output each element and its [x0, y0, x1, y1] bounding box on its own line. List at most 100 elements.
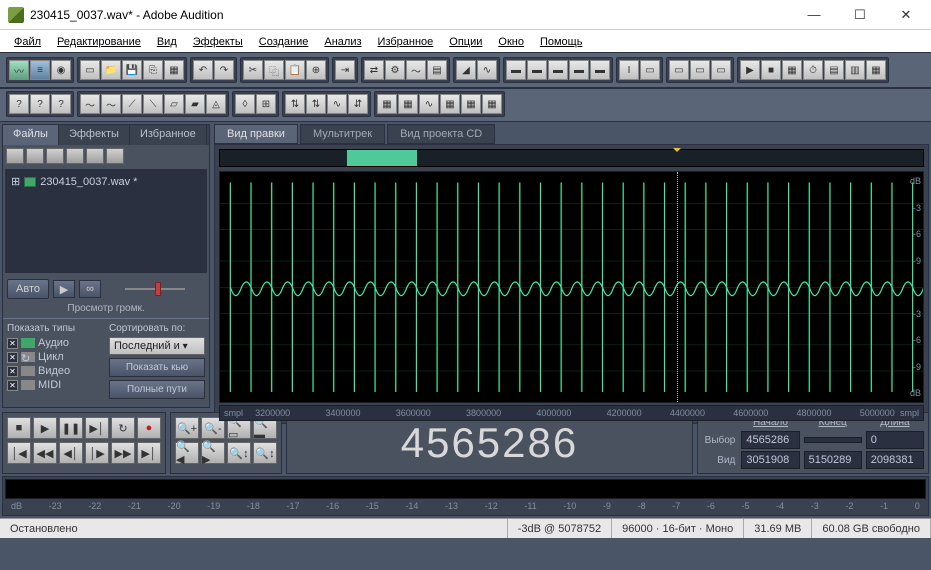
panel-new-icon[interactable]	[6, 148, 24, 164]
menu-view[interactable]: Вид	[151, 32, 183, 50]
window-b-icon[interactable]: ▭	[690, 60, 710, 80]
loop-icon[interactable]: ∞	[79, 280, 101, 298]
file-list[interactable]: ⊞ 230415_0037.wav *	[5, 169, 207, 273]
minimize-button[interactable]: ―	[791, 0, 837, 30]
fx-g-icon[interactable]: ◬	[206, 94, 226, 114]
fx-q-icon[interactable]: ▦	[440, 94, 460, 114]
playhead[interactable]	[677, 172, 678, 402]
undo-icon[interactable]: ↶	[193, 60, 213, 80]
play-to-end-button[interactable]: ▶│	[85, 417, 109, 439]
video-checkbox[interactable]: ✕	[7, 366, 18, 377]
sort-dropdown[interactable]: Последний и ▾	[109, 337, 205, 355]
full-paths-button[interactable]: Полные пути	[109, 380, 205, 399]
fx-o-icon[interactable]: ▦	[398, 94, 418, 114]
menu-options[interactable]: Опции	[443, 32, 488, 50]
menu-analyze[interactable]: Анализ	[318, 32, 367, 50]
panel-insert-icon[interactable]	[66, 148, 84, 164]
save-icon[interactable]: 💾	[122, 60, 142, 80]
panel-b-icon[interactable]: ▦	[782, 60, 802, 80]
panel-close-icon[interactable]	[46, 148, 64, 164]
tool-e-icon[interactable]: ▬	[590, 60, 610, 80]
convert-icon[interactable]: ⇄	[364, 60, 384, 80]
menu-effects[interactable]: Эффекты	[187, 32, 249, 50]
panel-edit-icon[interactable]	[86, 148, 104, 164]
paste-new-icon[interactable]: ▦	[164, 60, 184, 80]
help-c-icon[interactable]: ?	[51, 94, 71, 114]
tool-c-icon[interactable]: ▬	[548, 60, 568, 80]
fx-k-icon[interactable]: ⇅	[306, 94, 326, 114]
tab-cd-view[interactable]: Вид проекта CD	[387, 124, 495, 144]
cut-icon[interactable]: ✂	[243, 60, 263, 80]
panel-open-icon[interactable]	[26, 148, 44, 164]
new-icon[interactable]: ▭	[80, 60, 100, 80]
rewind-button[interactable]: ◀◀	[33, 442, 57, 464]
spectral-icon[interactable]: ▤	[427, 60, 447, 80]
sel-begin-field[interactable]: 4565286	[741, 431, 799, 449]
help-b-icon[interactable]: ?	[30, 94, 50, 114]
waveform-display[interactable]: dB-3-6-9 - -3-6-9dB	[219, 171, 924, 403]
auto-play-button[interactable]: Авто	[7, 279, 49, 299]
view-end-field[interactable]: 5150289	[804, 451, 862, 469]
menu-window[interactable]: Окно	[492, 32, 530, 50]
marquee-icon[interactable]: ▭	[640, 60, 660, 80]
fx-h-icon[interactable]: ◊	[235, 94, 255, 114]
zoom-out-v-button[interactable]: 🔍↕	[253, 442, 277, 464]
fx-e-icon[interactable]: ▱	[164, 94, 184, 114]
maximize-button[interactable]: ☐	[837, 0, 883, 30]
copy-icon[interactable]: ⿻	[264, 60, 284, 80]
view-begin-field[interactable]: 3051908	[741, 451, 799, 469]
zoom-in-right-button[interactable]: 🔍▶	[201, 442, 225, 464]
tab-multitrack[interactable]: Мультитрек	[300, 124, 385, 144]
menu-favorites[interactable]: Избранное	[372, 32, 440, 50]
tool-d-icon[interactable]: ▬	[569, 60, 589, 80]
tool-a-icon[interactable]: ▬	[506, 60, 526, 80]
fx-d-icon[interactable]: ⟍	[143, 94, 163, 114]
fx-c-icon[interactable]: ⟋	[122, 94, 142, 114]
redo-icon[interactable]: ↷	[214, 60, 234, 80]
sel-length-field[interactable]: 0	[866, 431, 924, 449]
cd-mode-icon[interactable]: ◉	[51, 60, 71, 80]
fx-n-icon[interactable]: ▦	[377, 94, 397, 114]
panel-a-icon[interactable]: ■	[761, 60, 781, 80]
close-button[interactable]: ✕	[883, 0, 929, 30]
open-icon[interactable]: 📁	[101, 60, 121, 80]
tab-favorites[interactable]: Избранное	[130, 125, 207, 145]
show-cue-button[interactable]: Показать кью	[109, 358, 205, 377]
menu-help[interactable]: Помощь	[534, 32, 589, 50]
pause-button[interactable]: ❚❚	[59, 417, 83, 439]
paste-icon[interactable]: 📋	[285, 60, 305, 80]
window-a-icon[interactable]: ▭	[669, 60, 689, 80]
stop-button[interactable]: ■	[7, 417, 31, 439]
waveform-mode-icon[interactable]: 〰	[9, 60, 29, 80]
fx-l-icon[interactable]: ∿	[327, 94, 347, 114]
fx-j-icon[interactable]: ⇅	[285, 94, 305, 114]
prev-button[interactable]: ◀│	[59, 442, 83, 464]
trim-icon[interactable]: ⇥	[335, 60, 355, 80]
multitrack-mode-icon[interactable]: ≡	[30, 60, 50, 80]
list-icon[interactable]: ▤	[824, 60, 844, 80]
group-waveform-icon[interactable]: ∿	[477, 60, 497, 80]
view-length-field[interactable]: 2098381	[866, 451, 924, 469]
settings-icon[interactable]: ⚙	[385, 60, 405, 80]
fx-i-icon[interactable]: ⊞	[256, 94, 276, 114]
go-start-button[interactable]: │◀	[7, 442, 31, 464]
mix-paste-icon[interactable]: ⊕	[306, 60, 326, 80]
sel-end-field[interactable]	[804, 437, 862, 443]
go-end-button[interactable]: ▶│	[137, 442, 161, 464]
play-loop-button[interactable]: ↻	[111, 417, 135, 439]
panel-c-icon[interactable]: ▥	[845, 60, 865, 80]
help-a-icon[interactable]: ?	[9, 94, 29, 114]
level-meter[interactable]: dB-23-22-21-20-19-18-17-16-15-14-13-12-1…	[2, 476, 929, 516]
fx-m-icon[interactable]: ⇵	[348, 94, 368, 114]
waveform-overview[interactable]	[219, 149, 924, 167]
fx-a-icon[interactable]: 〜	[80, 94, 100, 114]
window-c-icon[interactable]: ▭	[711, 60, 731, 80]
freq-icon[interactable]: 〜	[406, 60, 426, 80]
menu-file[interactable]: Файл	[8, 32, 47, 50]
time-icon[interactable]: ⏱	[803, 60, 823, 80]
tab-files[interactable]: Файлы	[3, 125, 59, 145]
menu-edit[interactable]: Редактирование	[51, 32, 147, 50]
next-button[interactable]: │▶	[85, 442, 109, 464]
tool-b-icon[interactable]: ▬	[527, 60, 547, 80]
time-ruler[interactable]: smpl 3200000 3400000 3600000 3800000 400…	[219, 405, 924, 421]
